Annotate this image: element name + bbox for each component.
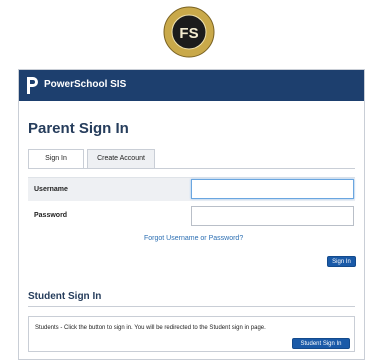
tab-sign-in[interactable]: Sign In xyxy=(28,149,84,169)
student-sign-in-title: Student Sign In xyxy=(28,291,102,302)
password-label: Password xyxy=(34,212,68,219)
logo-monogram: FS xyxy=(179,25,198,42)
page-title: Parent Sign In xyxy=(28,120,129,137)
district-logo: FS xyxy=(163,6,215,58)
student-sign-in-button[interactable]: Student Sign In xyxy=(292,338,350,349)
sign-in-card: PowerSchool SIS Parent Sign In Sign In C… xyxy=(18,69,365,360)
forgot-credentials-link[interactable]: Forgot Username or Password? xyxy=(144,234,243,243)
powerschool-logo-icon xyxy=(27,77,38,94)
student-sign-in-message: Students - Click the button to sign in. … xyxy=(35,325,266,331)
product-name: PowerSchool SIS xyxy=(44,79,127,90)
student-divider xyxy=(28,306,355,307)
powerschool-header: PowerSchool SIS xyxy=(19,70,364,101)
tab-create-account[interactable]: Create Account xyxy=(87,149,155,169)
password-input[interactable] xyxy=(191,206,354,226)
username-input[interactable] xyxy=(191,179,354,199)
student-sign-in-panel: Students - Click the button to sign in. … xyxy=(28,316,355,352)
username-label: Username xyxy=(34,186,68,193)
tab-divider xyxy=(28,168,355,169)
sign-in-button[interactable]: Sign In xyxy=(327,256,356,267)
